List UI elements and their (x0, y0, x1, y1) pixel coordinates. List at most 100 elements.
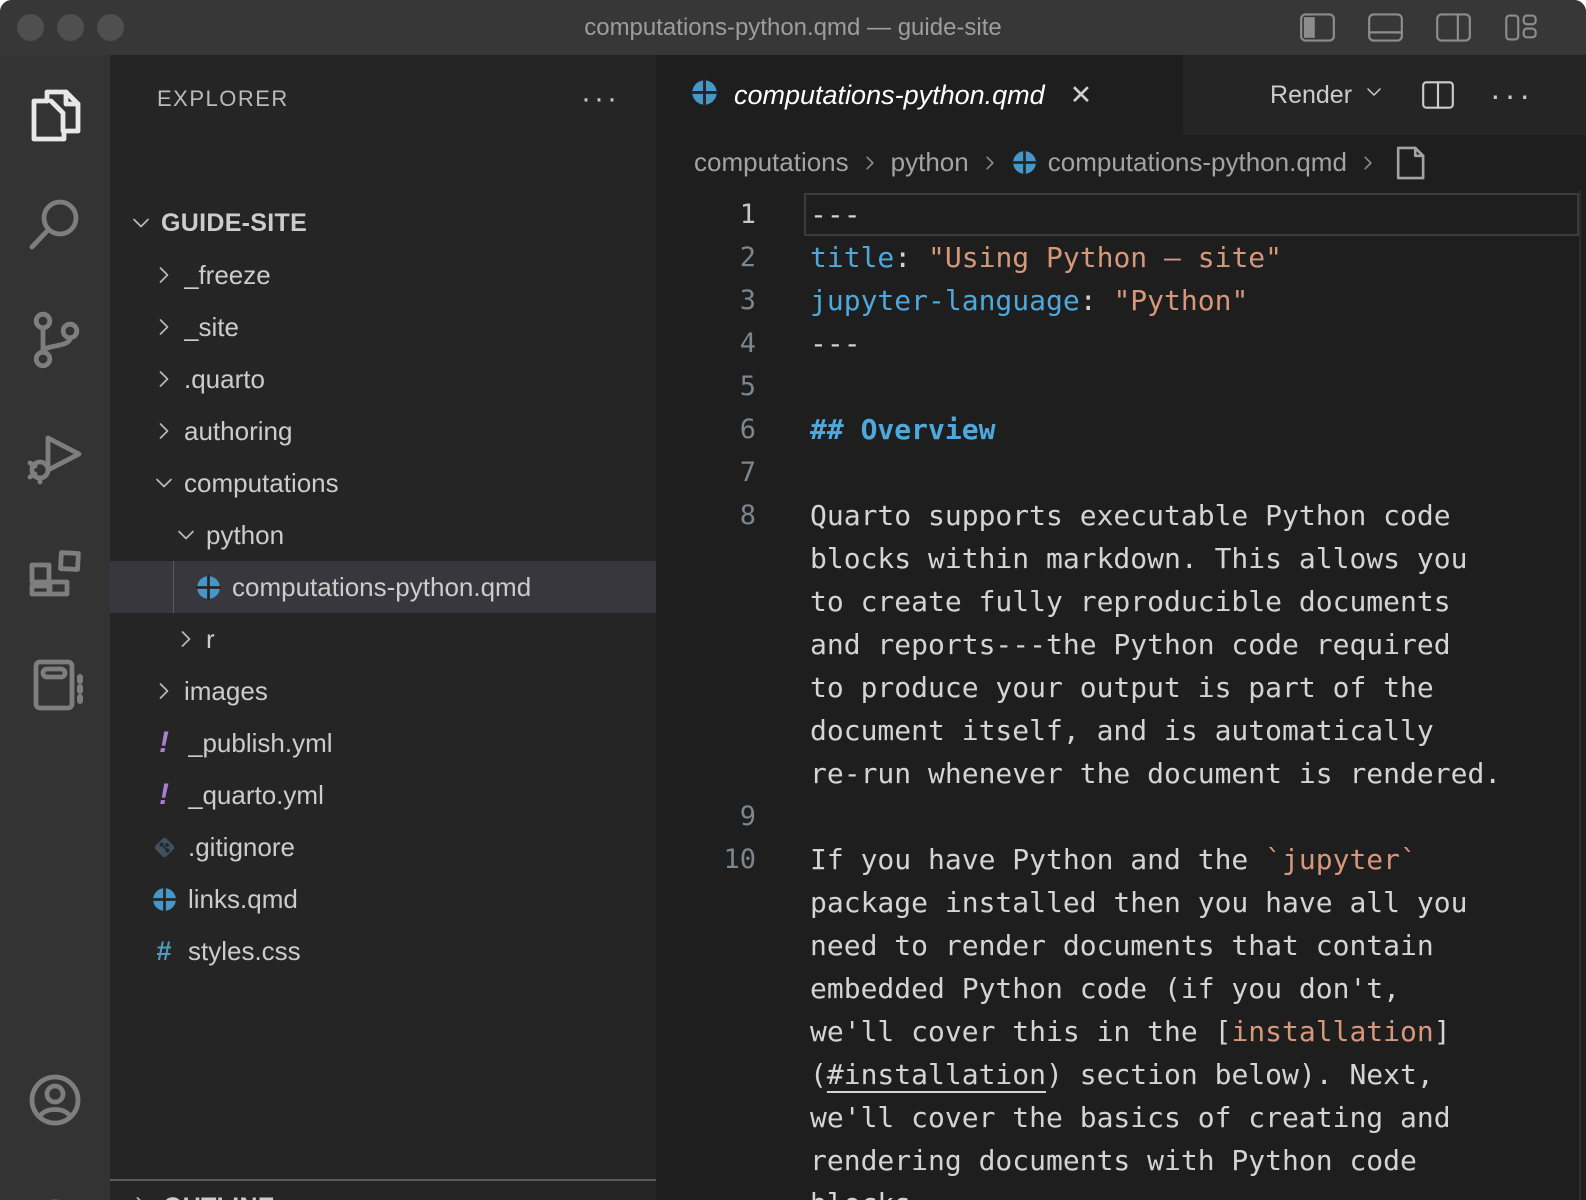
tab-computations-python[interactable]: computations-python.qmd ✕ (656, 55, 1183, 135)
git-file-icon (150, 833, 178, 861)
code-text: blocks within markdown. This allows you (810, 542, 1467, 575)
chevron-right-icon (1355, 150, 1381, 176)
tree-item--gitignore[interactable]: .gitignore (110, 821, 656, 873)
activity-source-control-button[interactable] (23, 308, 87, 372)
tab-close-button[interactable]: ✕ (1070, 80, 1093, 111)
tree-item--freeze[interactable]: _freeze (110, 249, 656, 301)
activity-settings-button[interactable] (23, 1188, 87, 1200)
tree-item-label: .gitignore (188, 832, 295, 863)
chevron-down-icon (172, 521, 200, 549)
explorer-header: EXPLORER ··· (110, 55, 656, 143)
toggle-panel-button[interactable] (1367, 11, 1404, 44)
tree-item--site[interactable]: _site (110, 301, 656, 353)
code-text: document itself, and is automatically (810, 714, 1434, 747)
render-button[interactable]: Render (1270, 80, 1386, 111)
activity-run-debug-button[interactable] (23, 423, 87, 487)
code-text: title: "Using Python — site" (810, 241, 1282, 274)
editor-group: computations-python.qmd ✕ Render ··· com… (656, 55, 1586, 1200)
code-text: Quarto supports executable Python code (810, 499, 1451, 532)
minimize-window-button[interactable] (57, 14, 84, 41)
code-text: need to render documents that contain (810, 929, 1434, 962)
yaml-file-icon: ! (150, 781, 178, 809)
tree-item-computations[interactable]: computations (110, 457, 656, 509)
tree-item-r[interactable]: r (110, 613, 656, 665)
breadcrumb-computations[interactable]: computations (694, 147, 849, 178)
tab-label: computations-python.qmd (734, 80, 1045, 111)
tree-item-label: python (206, 520, 284, 551)
tree-item-python[interactable]: python (110, 509, 656, 561)
tree-item-images[interactable]: images (110, 665, 656, 717)
chevron-right-icon (977, 150, 1003, 176)
explorer-more-actions-button[interactable]: ··· (581, 94, 620, 104)
activity-notebook-button[interactable] (23, 653, 87, 717)
code-line-wrap: we'll cover the basics of creating and (656, 1096, 1586, 1139)
activity-explorer-button[interactable] (23, 83, 87, 147)
quarto-file-icon (194, 573, 222, 601)
tree-item-computations-python-qmd[interactable]: computations-python.qmd (110, 561, 656, 613)
code-line-wrap: and reports---the Python code required (656, 623, 1586, 666)
editor-scrollbar[interactable] (1579, 190, 1581, 1200)
tree-item-label: _freeze (184, 260, 271, 291)
code-text: and reports---the Python code required (810, 628, 1451, 661)
toggle-primary-sidebar-button[interactable] (1299, 11, 1336, 44)
code-text: --- (810, 198, 861, 231)
code-text: we'll cover this in the [installation] (810, 1015, 1451, 1048)
window-title: computations-python.qmd — guide-site (584, 14, 1002, 42)
tree-item--quarto[interactable]: .quarto (110, 353, 656, 405)
outline-header[interactable]: OUTLINE (110, 1181, 656, 1200)
code-line-wrap: to produce your output is part of the (656, 666, 1586, 709)
breadcrumb-python[interactable]: python (891, 147, 969, 178)
customize-layout-button[interactable] (1503, 11, 1540, 44)
code-line-wrap: embedded Python code (if you don't, (656, 967, 1586, 1010)
tree-root-guide-site[interactable]: GUIDE-SITE (110, 197, 656, 249)
code-line-1: 1 --- (656, 193, 1586, 236)
line-number: 4 (656, 328, 756, 359)
file-tree: GUIDE-SITE _freeze _site .quarto authoring co… (110, 197, 656, 977)
split-editor-button[interactable] (1420, 79, 1456, 111)
activity-account-button[interactable] (23, 1068, 87, 1132)
code-text: package installed then you have all you (810, 886, 1467, 919)
chevron-down-icon (150, 469, 178, 497)
toggle-secondary-sidebar-button[interactable] (1435, 11, 1472, 44)
code-line-wrap: need to render documents that contain (656, 924, 1586, 967)
line-number: 2 (656, 242, 756, 273)
activity-extensions-button[interactable] (23, 538, 87, 602)
chevron-right-icon (857, 150, 883, 176)
chevron-down-icon (127, 209, 155, 237)
code-text: (#installation) section below). Next, (810, 1058, 1434, 1091)
activity-search-button[interactable] (23, 193, 87, 257)
breadcrumb-computations-python-qmd[interactable]: computations-python.qmd (1011, 147, 1347, 178)
code-text: re-run whenever the document is rendered… (810, 757, 1501, 790)
outline-section: OUTLINE (110, 1179, 656, 1200)
tree-item-label: links.qmd (188, 884, 298, 915)
editor-actions: Render ··· (1270, 55, 1586, 135)
tree-item-styles-css[interactable]: #styles.css (110, 925, 656, 977)
chevron-right-icon (172, 625, 200, 653)
tree-item-label: authoring (184, 416, 292, 447)
code-line-2: 2 title: "Using Python — site" (656, 236, 1586, 279)
traffic-lights (0, 0, 124, 55)
tree-item-label: GUIDE-SITE (161, 209, 307, 238)
tree-item-label: r (206, 624, 215, 655)
tree-item-authoring[interactable]: authoring (110, 405, 656, 457)
line-number: 3 (656, 285, 756, 316)
tree-item--publish-yml[interactable]: !_publish.yml (110, 717, 656, 769)
tree-item-label: _quarto.yml (188, 780, 324, 811)
tab-bar: computations-python.qmd ✕ Render ··· (656, 55, 1586, 135)
code-editor[interactable]: 1---2title: "Using Python — site"3jupyte… (656, 190, 1586, 1200)
code-text: ## Overview (810, 413, 995, 446)
tree-item-label: _publish.yml (188, 728, 333, 759)
line-number: 10 (656, 844, 756, 875)
zoom-window-button[interactable] (97, 14, 124, 41)
tree-item-links-qmd[interactable]: links.qmd (110, 873, 656, 925)
close-window-button[interactable] (17, 14, 44, 41)
chevron-right-icon (150, 417, 178, 445)
code-line-6: 6## Overview (656, 408, 1586, 451)
tree-item-label: .quarto (184, 364, 265, 395)
code-line-10: 10If you have Python and the `jupyter` (656, 838, 1586, 881)
tree-item--quarto-yml[interactable]: ! _quarto.yml (110, 769, 656, 821)
line-number: 1 (656, 199, 756, 230)
more-actions-button[interactable]: ··· (1490, 90, 1534, 100)
tree-item-label: computations-python.qmd (232, 572, 531, 603)
breadcrumbs: computations python computations-python.qm… (656, 135, 1586, 190)
